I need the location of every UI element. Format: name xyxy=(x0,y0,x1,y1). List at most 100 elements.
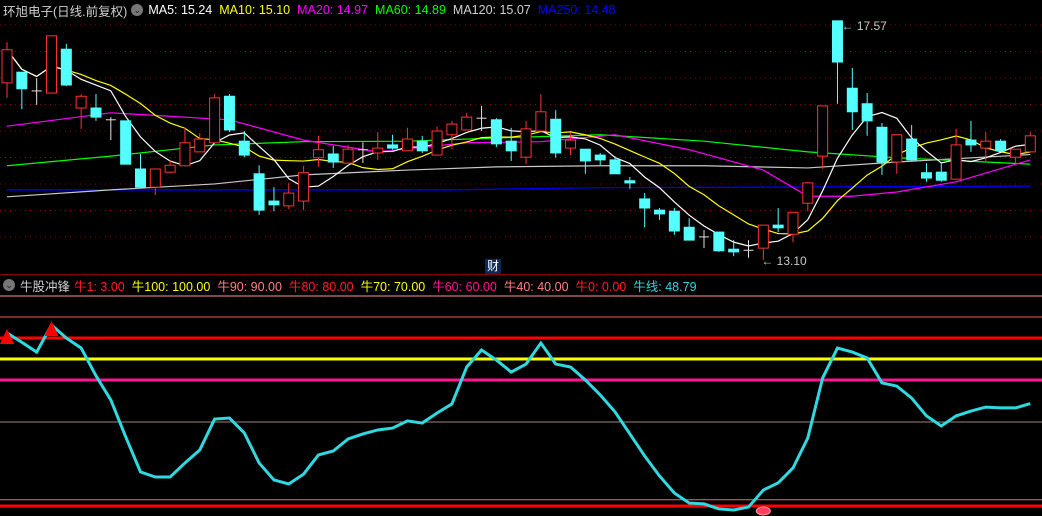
indicator-item-name: 牛90 xyxy=(217,279,244,294)
candle-body xyxy=(995,140,1007,152)
candle-body xyxy=(579,148,591,162)
candle-body xyxy=(179,142,191,167)
indicator-item: 牛线: 48.79 xyxy=(633,279,697,294)
candle-body xyxy=(372,147,384,154)
chevron-down-icon[interactable]: ⌄ xyxy=(3,279,15,291)
candle-body xyxy=(194,138,206,153)
candle-body xyxy=(668,210,680,232)
candle-body xyxy=(920,172,932,179)
candle-body xyxy=(387,144,399,149)
indicator-item-value: 48.79 xyxy=(665,279,697,294)
candle-body xyxy=(935,171,947,181)
candle-body xyxy=(134,168,146,188)
candle-body xyxy=(980,140,992,149)
candle-body xyxy=(772,224,784,229)
candle-body xyxy=(446,123,458,136)
indicator-item: 牛40: 40.00 xyxy=(503,279,569,294)
candle-body xyxy=(965,139,977,146)
bottom-signal-marker xyxy=(755,506,771,516)
candle-body xyxy=(342,148,354,164)
indicator-item-value: 80.00 xyxy=(322,279,354,294)
low-price-value: 13.10 xyxy=(776,253,807,268)
ma-label-60: MA60: 14.89 xyxy=(375,3,446,17)
candle-body xyxy=(846,87,858,113)
indicator-item: 牛90: 90.00 xyxy=(217,279,282,294)
candle-body xyxy=(461,116,473,131)
candle-body xyxy=(75,95,87,109)
high-price-value: 17.57 xyxy=(856,18,887,33)
candle-body xyxy=(283,192,295,207)
candle-body xyxy=(861,103,873,122)
finance-marker[interactable]: 财 xyxy=(485,259,502,274)
candle-body xyxy=(1009,148,1021,158)
candle-body xyxy=(149,168,161,188)
candle-body xyxy=(268,200,280,206)
candle-body xyxy=(609,159,621,175)
indicator-item-value: 40.00 xyxy=(537,279,569,294)
candle-body xyxy=(45,35,57,94)
candle-body xyxy=(594,154,606,161)
indicator-item: 牛100: 100.00 xyxy=(131,279,211,294)
indicator-item: 牛0: 0.00 xyxy=(575,279,627,294)
candle-body xyxy=(1,49,13,84)
candle-body xyxy=(90,107,102,118)
ma-label-250: MA250: 14.48 xyxy=(537,3,616,17)
indicator-item-value: 100.00 xyxy=(172,279,211,294)
indicator-header: ⌄ 牛股冲锋 牛1: 3.00 牛100: 100.00 牛90: 90.00 牛80… xyxy=(0,274,1042,295)
candle-body xyxy=(550,118,562,154)
high-price-label: ← 17.57 xyxy=(841,18,887,33)
ma-label-20: MA20: 14.97 xyxy=(297,3,369,17)
indicator-item: 牛1: 3.00 xyxy=(74,279,125,294)
candle-body xyxy=(728,248,740,253)
candle-body xyxy=(120,120,132,165)
indicator-item: 牛80: 80.00 xyxy=(288,279,354,294)
indicator-item-name: 牛1 xyxy=(74,279,94,294)
indicator-item-name: 牛线 xyxy=(633,279,659,294)
candle-body xyxy=(505,140,517,152)
ma-label-10: MA10: 15.10 xyxy=(219,3,291,17)
indicator-item-name: 牛0 xyxy=(575,279,595,294)
candle-body xyxy=(520,128,532,158)
candle-body xyxy=(238,140,250,156)
candle-body xyxy=(209,97,221,144)
candle-body xyxy=(906,138,918,161)
candle-body xyxy=(490,119,502,145)
candle-body xyxy=(802,182,814,204)
indicator-item-value: 0.00 xyxy=(601,279,627,294)
candle-body xyxy=(950,144,962,180)
candle-body xyxy=(253,173,265,211)
candle-body xyxy=(1024,135,1036,153)
indicator-item-value: 3.00 xyxy=(100,279,125,294)
candle-body xyxy=(624,180,636,184)
indicator-item-name: 牛40 xyxy=(503,279,531,294)
indicator-item: 牛60: 60.00 xyxy=(432,279,497,294)
candle-body xyxy=(60,48,72,86)
stock-chart[interactable] xyxy=(0,0,1042,516)
candle-body xyxy=(327,153,339,163)
indicator-item-name: 牛60 xyxy=(432,279,459,294)
candle-body xyxy=(312,149,324,159)
candle-body xyxy=(757,224,769,249)
candle-body xyxy=(891,134,903,163)
candle-body xyxy=(817,105,829,157)
stock-title: 环旭电子(日线.前复权) xyxy=(3,4,128,19)
indicator-item-name: 牛70 xyxy=(360,279,387,294)
candle-body xyxy=(298,172,310,202)
ma-label-120: MA120: 15.07 xyxy=(452,3,531,17)
candle-body xyxy=(16,71,28,90)
candle-body xyxy=(416,140,428,152)
indicator-item-name: 牛80 xyxy=(288,279,316,294)
indicator-item-value: 90.00 xyxy=(250,279,282,294)
candle-body xyxy=(535,111,547,132)
indicator-item: 牛70: 70.00 xyxy=(360,279,426,294)
candle-body xyxy=(876,126,888,163)
main-chart-header: 环旭电子(日线.前复权) ⌄ MA5: 15.24 MA10: 15.10 MA… xyxy=(0,0,1042,20)
candle-body xyxy=(565,139,577,149)
indicator-item-value: 70.00 xyxy=(393,279,426,294)
chevron-down-icon[interactable]: ⌄ xyxy=(131,4,144,16)
indicator-item-value: 60.00 xyxy=(465,279,497,294)
candle-body xyxy=(654,209,666,215)
indicator-item-name: 牛100 xyxy=(131,279,166,294)
low-price-label: ← 13.10 xyxy=(761,253,807,268)
candle-body xyxy=(713,231,725,252)
